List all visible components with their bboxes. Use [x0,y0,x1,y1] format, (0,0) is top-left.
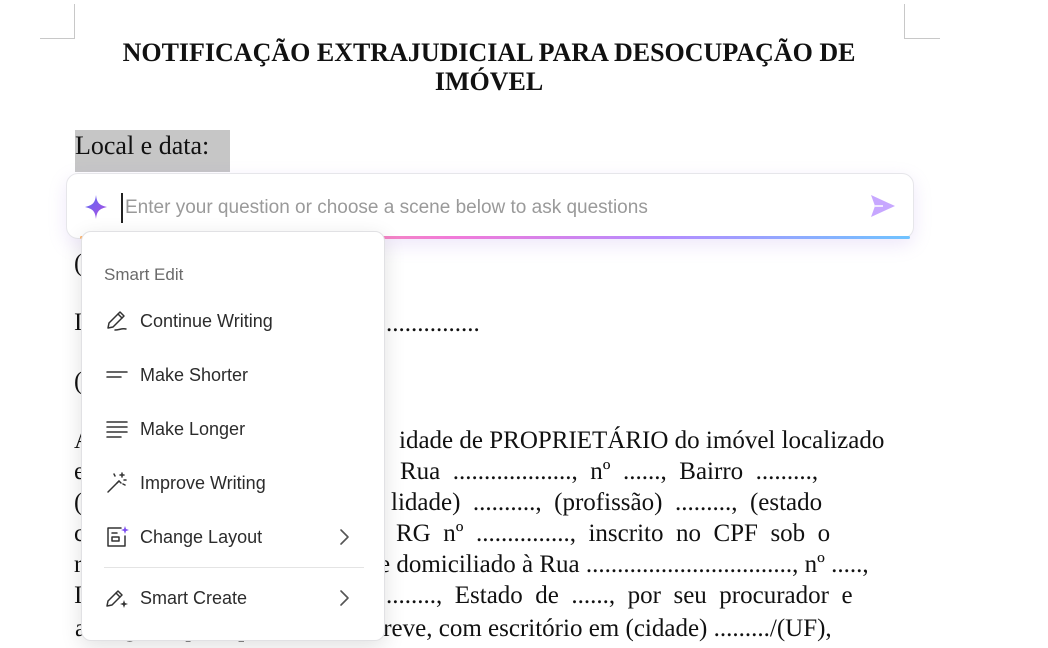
menu-item-label: Continue Writing [140,310,273,331]
short-lines-icon [104,362,130,388]
long-lines-icon [104,416,130,442]
magic-wand-icon [104,470,130,496]
menu-item-make-shorter[interactable]: Make Shorter [94,353,372,397]
chevron-right-icon [338,589,350,607]
chevron-right-icon [338,528,350,546]
crop-mark [74,4,75,39]
menu-item-make-longer[interactable]: Make Longer [94,407,372,451]
sparkle-icon [84,194,108,220]
pen-sparkle-icon [104,585,130,611]
menu-item-continue-writing[interactable]: Continue Writing [94,299,372,343]
doc-body-line: ........, Estado de ......, por seu proc… [386,582,853,609]
menu-item-label: Make Shorter [140,364,249,385]
smart-edit-menu: Smart Edit Continue Writing Make Shorter… [81,231,385,641]
doc-body-line: e domiciliado à Rua ....................… [379,551,869,578]
menu-item-improve-writing[interactable]: Improve Writing [94,461,372,505]
menu-divider [104,567,364,568]
menu-item-change-layout[interactable]: Change Layout [94,515,372,559]
menu-item-label: Make Longer [140,418,246,439]
menu-item-label: Smart Create [140,587,248,608]
doc-body-line: lidade) .........., (profissão) ........… [391,489,823,516]
crop-mark [40,38,75,39]
menu-item-label: Change Layout [140,526,263,547]
menu-item-label: Improve Writing [140,472,266,493]
doc-body-line: RG nº ..............., inscrito no CPF s… [396,520,831,547]
crop-mark [904,38,940,39]
doc-body-line: idade de PROPRIETÁRIO do imóvel localiza… [399,427,885,454]
menu-header: Smart Edit [104,265,184,284]
menu-item-smart-create[interactable]: Smart Create [94,576,372,620]
pen-icon [104,308,130,334]
document-title-line1: NOTIFICAÇÃO EXTRAJUDICIAL PARA DESOCUPAÇ… [122,38,856,67]
document-title-line2: IMÓVEL [434,67,544,96]
layout-icon [104,524,130,550]
doc-dotted-line: ............... [386,310,480,337]
selected-text-local-data[interactable]: Local e data: [75,130,230,172]
document-title: NOTIFICAÇÃO EXTRAJUDICIAL PARA DESOCUPAÇ… [75,38,903,96]
crop-mark [904,4,905,39]
send-icon[interactable] [869,193,897,219]
ai-question-input[interactable] [121,193,855,223]
doc-body-line: Rua ..................., nº ......, Bair… [400,458,819,485]
